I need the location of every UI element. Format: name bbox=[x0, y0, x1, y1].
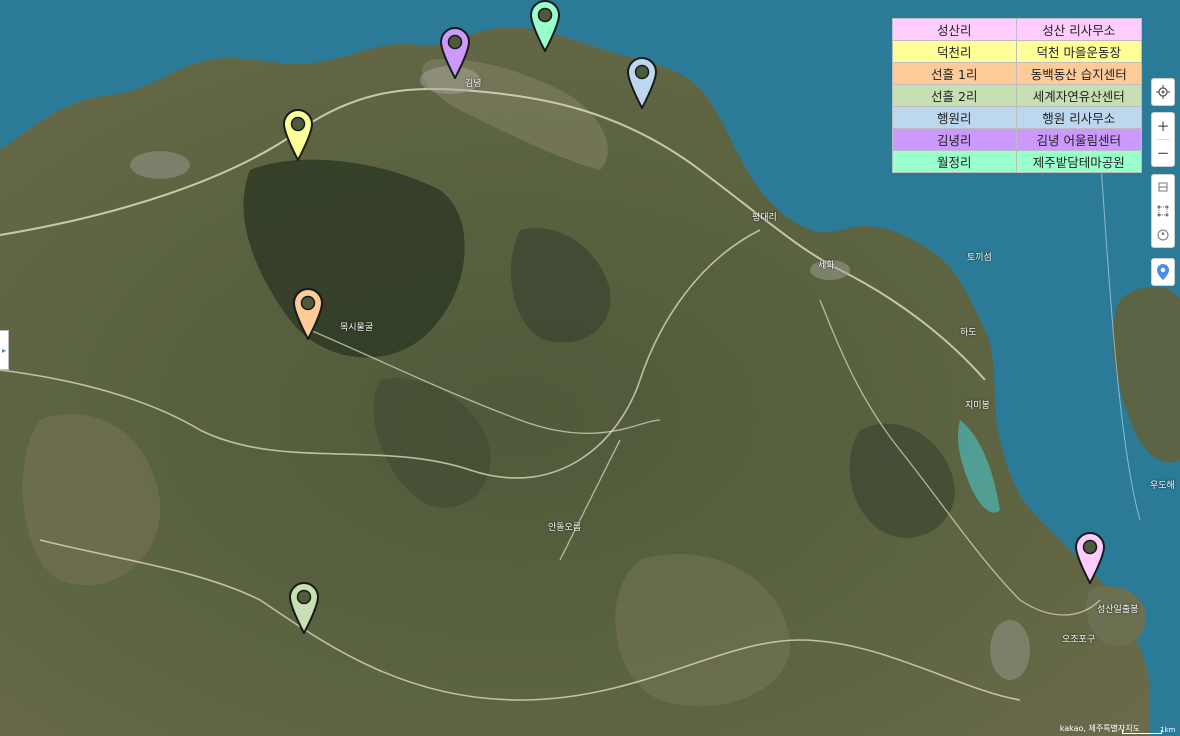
map-label-tokki: 토끼섬 bbox=[967, 253, 992, 263]
legend-village: 덕천리 bbox=[892, 40, 1017, 63]
legend-village: 월정리 bbox=[892, 150, 1017, 173]
legend-row: 행원리 행원 리사무소 bbox=[892, 106, 1143, 129]
legend-village: 행원리 bbox=[892, 106, 1017, 129]
legend-row: 선흘 1리 동백동산 습지센터 bbox=[892, 62, 1143, 85]
legend-village: 김녕리 bbox=[892, 128, 1017, 151]
map-pin-gimnyeong[interactable] bbox=[439, 26, 471, 81]
legend-village: 선흘 2리 bbox=[892, 84, 1017, 107]
legend-facility: 덕천 마을운동장 bbox=[1015, 40, 1143, 63]
zoom-control: + − bbox=[1151, 112, 1175, 167]
legend-facility: 김녕 어울림센터 bbox=[1015, 128, 1143, 151]
map-label-hwabuk: 안돌오름 bbox=[548, 523, 582, 533]
zoom-in-button[interactable]: + bbox=[1152, 113, 1174, 139]
map-pin-woljeong[interactable] bbox=[529, 0, 561, 54]
map-label-sehwa: 세화 bbox=[818, 261, 835, 271]
map-pin-seonheul2[interactable] bbox=[288, 581, 320, 636]
legend-facility: 행원 리사무소 bbox=[1015, 106, 1143, 129]
compass-icon[interactable] bbox=[1152, 223, 1174, 247]
map-label-sinyang: 오조포구 bbox=[1062, 635, 1096, 645]
locate-control[interactable] bbox=[1151, 78, 1175, 106]
legend-row: 김녕리 김녕 어울림센터 bbox=[892, 128, 1143, 151]
legend-facility: 제주밭담테마공원 bbox=[1015, 150, 1143, 173]
map-label-udo: 우도해 bbox=[1150, 481, 1175, 491]
map-pin-deokcheon[interactable] bbox=[282, 108, 314, 163]
legend-row: 월정리 제주밭담테마공원 bbox=[892, 150, 1143, 173]
legend-facility: 세계자연유산센터 bbox=[1015, 84, 1143, 107]
legend-facility: 동백동산 습지센터 bbox=[1015, 62, 1143, 85]
map-label-pyeongdae: 평대리 bbox=[752, 213, 777, 223]
legend-table: 성산리 성산 리사무소 덕천리 덕천 마을운동장 선흘 1리 동백동산 습지센터 선흘 2리… bbox=[892, 18, 1143, 173]
legend-row: 덕천리 덕천 마을운동장 bbox=[892, 40, 1143, 63]
legend-village: 성산리 bbox=[892, 18, 1017, 41]
layers-icon[interactable] bbox=[1152, 175, 1174, 199]
zoom-out-button[interactable]: − bbox=[1152, 140, 1174, 166]
map-label-jimi: 지미봉 bbox=[965, 401, 990, 411]
legend-row: 선흘 2리 세계자연유산센터 bbox=[892, 84, 1143, 107]
map-pin-seonheul1[interactable] bbox=[292, 287, 324, 342]
legend-facility: 성산 리사무소 bbox=[1015, 18, 1143, 41]
map-label-ilchul: 성산일출봉 bbox=[1097, 605, 1139, 615]
locate-icon[interactable] bbox=[1152, 79, 1174, 105]
scale-bar bbox=[1122, 730, 1162, 734]
distance-icon[interactable] bbox=[1152, 199, 1174, 223]
tools-control bbox=[1151, 174, 1175, 248]
map-label-mogsi: 목시물굴 bbox=[340, 323, 374, 333]
map-label-hado: 하도 bbox=[960, 328, 977, 338]
sidebar-toggle[interactable]: ▸ bbox=[0, 330, 9, 370]
map-pin-seongsan[interactable] bbox=[1074, 531, 1106, 586]
map-pin-haengwon[interactable] bbox=[626, 56, 658, 111]
marker-icon[interactable] bbox=[1152, 259, 1174, 285]
legend-row: 성산리 성산 리사무소 bbox=[892, 18, 1143, 41]
chevron-right-icon: ▸ bbox=[1, 345, 6, 355]
legend-village: 선흘 1리 bbox=[892, 62, 1017, 85]
scale-label: 1km bbox=[1160, 726, 1176, 734]
marker-control[interactable] bbox=[1151, 258, 1175, 286]
